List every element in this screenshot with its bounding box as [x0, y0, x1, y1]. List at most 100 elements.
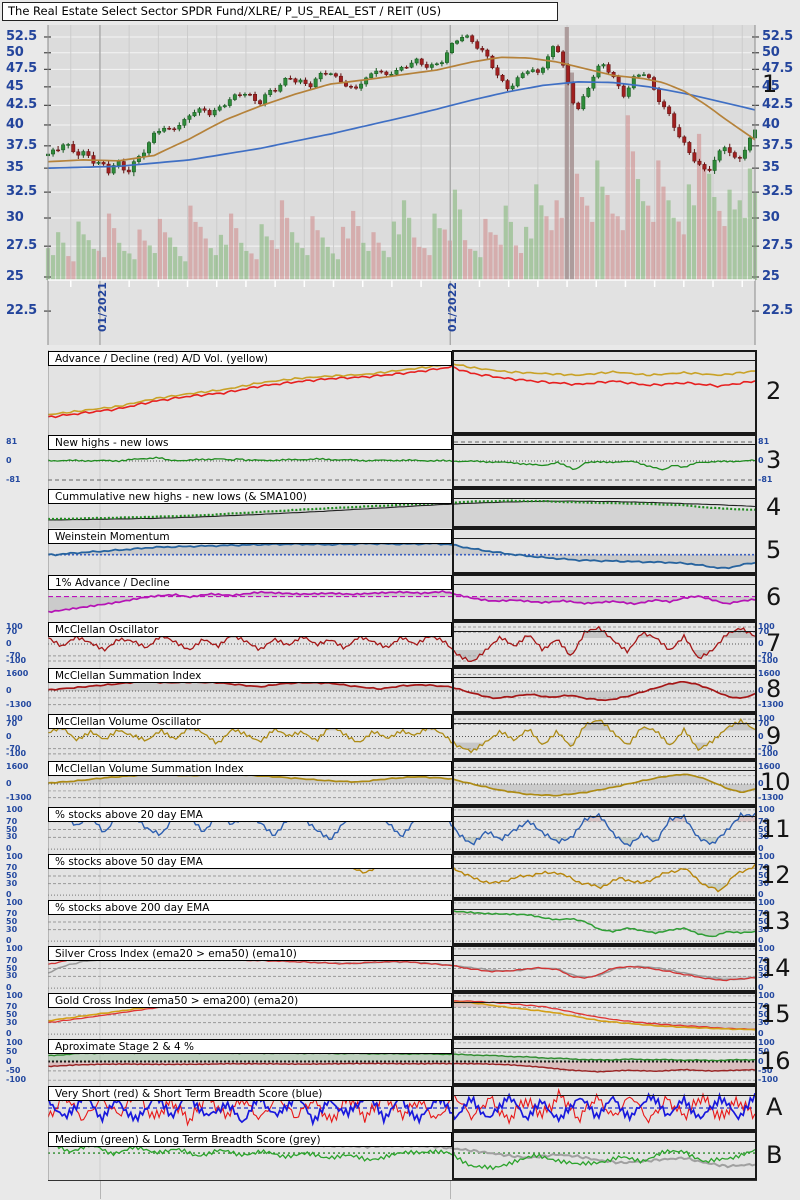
- panel-number-4: 4: [766, 493, 782, 521]
- panel-number-2: 2: [766, 377, 782, 405]
- axis-tick-left-p16: 50: [6, 1047, 18, 1057]
- price-tick-left: 52.5: [6, 28, 37, 44]
- panel-p2: Advance / Decline (red) A/D Vol. (yellow…: [48, 350, 757, 434]
- axis-tick-left-p15: 0: [6, 1029, 12, 1039]
- panel-p4: Cummulative new highs - new lows (& SMA1…: [48, 488, 757, 528]
- price-tick-right: 40: [762, 116, 780, 132]
- axis-tick-left-p10: -1300: [6, 792, 32, 802]
- axis-tick-left-p16: 100: [6, 1037, 23, 1047]
- panel-p12: % stocks above 50 day EMA: [48, 853, 757, 899]
- x-axis-date-label: 01/2021: [95, 282, 109, 332]
- price-tick-left: 37.5: [6, 137, 37, 153]
- panel-number-9: 9: [766, 721, 782, 750]
- panel-label-p8: McClellan Summation Index: [48, 668, 452, 683]
- panel-p5: Weinstein Momentum: [48, 528, 757, 574]
- panel-number-1: 1: [762, 70, 778, 98]
- panel-label-p13: % stocks above 200 day EMA: [48, 900, 452, 915]
- price-tick-left: 22.5: [6, 303, 37, 319]
- axis-tick-right-p9: -100: [758, 748, 779, 758]
- panel-label-p5: Weinstein Momentum: [48, 529, 452, 544]
- panel-label-p10: McClellan Volume Summation Index: [48, 761, 452, 776]
- price-tick-right: 22.5: [762, 303, 793, 319]
- axis-tick-right-p12: 100: [758, 851, 775, 861]
- panel-number-11: 11: [760, 814, 791, 843]
- axis-tick-left-p16: 0: [6, 1056, 12, 1066]
- panel-pb: Medium (green) & Long Term Breadth Score…: [48, 1131, 757, 1180]
- price-tick-left: 47.5: [6, 61, 37, 77]
- axis-tick-right-p16: -100: [758, 1075, 779, 1085]
- axis-tick-left-p8: 0: [6, 686, 12, 696]
- axis-tick-right-p11: 100: [758, 804, 775, 814]
- chart-title: The Real Estate Select Sector SPDR Fund/…: [2, 2, 558, 21]
- axis-tick-left-p13: 100: [6, 897, 23, 907]
- axis-tick-left-p15: 100: [6, 990, 23, 1000]
- panel-number-15: 15: [760, 1000, 791, 1028]
- price-tick-left: 50: [6, 44, 24, 60]
- axis-tick-right-p15: 100: [758, 990, 775, 1000]
- price-tick-left: 35: [6, 160, 24, 176]
- price-tick-right: 50: [762, 44, 780, 60]
- axis-tick-left-p9: -100: [6, 748, 27, 758]
- panel-p3: New highs - new lows: [48, 434, 757, 488]
- price-tick-right: 52.5: [762, 28, 793, 44]
- axis-tick-left-p11: 100: [6, 804, 23, 814]
- axis-tick-right-p3: -81: [758, 475, 773, 485]
- price-tick-right: 32.5: [762, 184, 793, 200]
- axis-tick-left-p10: 0: [6, 779, 12, 789]
- panel-p9: McClellan Volume Oscillator: [48, 713, 757, 760]
- panel-p11: % stocks above 20 day EMA: [48, 806, 757, 853]
- price-tick-left: 32.5: [6, 184, 37, 200]
- panel-number-3: 3: [766, 446, 782, 474]
- bottom-date-guide: [100, 1181, 101, 1199]
- panel-number-7: 7: [766, 629, 782, 657]
- axis-tick-left-p15: 30: [6, 1017, 18, 1027]
- panel-p13: % stocks above 200 day EMA: [48, 899, 757, 945]
- price-tick-left: 42.5: [6, 97, 37, 113]
- panel-label-pa: Very Short (red) & Short Term Breadth Sc…: [48, 1086, 452, 1101]
- panel-number-A: A: [766, 1093, 783, 1121]
- axis-tick-right-p7: 0: [758, 639, 764, 648]
- panel-label-p4: Cummulative new highs - new lows (& SMA1…: [48, 489, 452, 504]
- panel-p10: McClellan Volume Summation Index: [48, 760, 757, 806]
- panel-label-p9: McClellan Volume Oscillator: [48, 714, 452, 729]
- panel-label-p6: 1% Advance / Decline: [48, 575, 452, 590]
- axis-tick-left-p7: -100: [6, 656, 27, 666]
- panel-p7: McClellan Oscillator: [48, 621, 757, 667]
- panel-label-pb: Medium (green) & Long Term Breadth Score…: [48, 1132, 452, 1147]
- axis-tick-right-p3: 0: [758, 456, 764, 465]
- price-tick-right: 25: [762, 268, 780, 284]
- price-tick-left: 40: [6, 116, 24, 132]
- x-axis-date-label: 01/2022: [446, 282, 460, 332]
- panel-number-5: 5: [766, 536, 782, 564]
- price-tick-left: 30: [6, 210, 24, 225]
- axis-tick-right-p14: 100: [758, 943, 775, 953]
- bottom-date-guide: [450, 1181, 451, 1199]
- price-tick-left: 25: [6, 268, 24, 284]
- price-tick-right: 37.5: [762, 137, 793, 153]
- panel-label-p16: Aproximate Stage 2 & 4 %: [48, 1039, 452, 1054]
- axis-tick-left-p3: -81: [6, 475, 21, 485]
- bottom-border: [48, 1180, 757, 1181]
- panel-label-p14: Silver Cross Index (ema20 > ema50) (ema1…: [48, 946, 452, 961]
- axis-tick-left-p13: 30: [6, 924, 18, 934]
- axis-tick-left-p14: 100: [6, 943, 23, 953]
- axis-tick-left-p3: 81: [6, 436, 18, 446]
- panel-number-6: 6: [766, 582, 782, 611]
- panel-number-16: 16: [760, 1046, 791, 1075]
- price-tick-right: 35: [762, 160, 780, 176]
- price-tick-right: 42.5: [762, 97, 793, 113]
- axis-tick-left-p10: 1600: [6, 762, 29, 772]
- panel-p8: McClellan Summation Index: [48, 667, 757, 713]
- axis-tick-left-p14: 30: [6, 971, 18, 981]
- axis-tick-left-p3: 0: [6, 456, 12, 465]
- axis-tick-right-p7: -100: [758, 656, 779, 666]
- price-volume-chart[interactable]: [0, 0, 800, 348]
- panel-label-p12: % stocks above 50 day EMA: [48, 854, 452, 869]
- panel-number-8: 8: [766, 675, 782, 703]
- axis-tick-left-p16: -50: [6, 1065, 21, 1075]
- axis-tick-right-p9: 0: [758, 731, 764, 741]
- axis-tick-left-p16: -100: [6, 1075, 27, 1085]
- panel-label-p2: Advance / Decline (red) A/D Vol. (yellow…: [48, 351, 452, 366]
- axis-tick-left-p12: 30: [6, 878, 18, 888]
- price-tick-right: 27.5: [762, 238, 793, 254]
